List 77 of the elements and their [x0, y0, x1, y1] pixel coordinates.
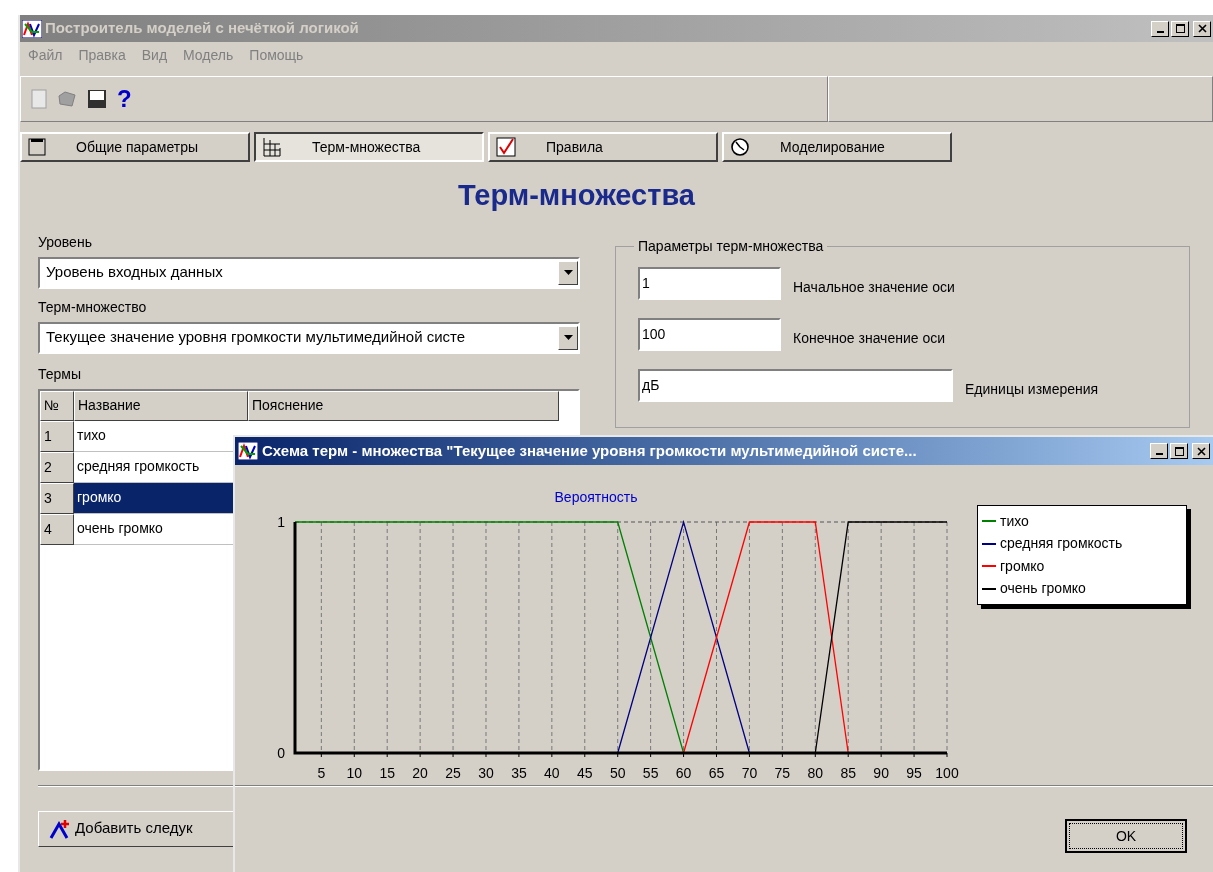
- x-tick-label: 85: [840, 765, 856, 781]
- x-tick-label: 65: [708, 765, 725, 781]
- column-header: Пояснение: [248, 390, 559, 421]
- field-label: Уровень: [38, 232, 93, 252]
- x-tick-label: 20: [412, 765, 428, 781]
- x-tick-label: 80: [807, 765, 824, 781]
- close-icon: [1197, 24, 1207, 33]
- page-heading: Терм-множества: [458, 178, 695, 213]
- x-tick-label: 10: [346, 765, 363, 781]
- dialog-title: Схема терм - множества "Текущее значение уровня громкости мультимедийной систе...: [262, 440, 918, 461]
- close-button[interactable]: [1192, 443, 1210, 459]
- clock-icon: [730, 137, 750, 157]
- tab[interactable]: Правила: [488, 132, 718, 162]
- text-field[interactable]: 1: [638, 266, 781, 300]
- level-dropdown[interactable]: Уровень входных данных: [38, 256, 580, 289]
- y-tick-label: 0: [277, 745, 285, 761]
- row-number: 4: [40, 513, 74, 545]
- table-icon: [262, 136, 282, 158]
- field-label: Конечное значение оси: [793, 328, 946, 348]
- legend-label: очень громко: [1000, 579, 1086, 599]
- x-tick-label: 90: [873, 765, 889, 781]
- chart-title: Вероятность: [554, 489, 638, 505]
- x-tick-label: 75: [774, 765, 791, 781]
- maximize-icon: [1175, 24, 1185, 33]
- term-set-dropdown[interactable]: Текущее значение уровня громкости мультимедийной систе: [38, 321, 580, 354]
- x-tick-label: 30: [478, 765, 494, 781]
- minimize-button[interactable]: [1150, 443, 1168, 459]
- legend-label: громко: [1000, 556, 1045, 576]
- column-header: №: [40, 390, 74, 421]
- x-tick-label: 55: [642, 765, 659, 781]
- x-tick-label: 95: [906, 765, 922, 781]
- group-title: Параметры терм-множества: [637, 236, 825, 256]
- close-button[interactable]: [1193, 20, 1211, 37]
- minimize-icon: [1155, 453, 1163, 455]
- add-icon: [49, 817, 71, 840]
- field-label: Терм-множество: [38, 297, 148, 317]
- window-title: Построитель моделей с нечёткой логикой: [45, 18, 360, 39]
- column-header: Название: [74, 390, 248, 421]
- close-icon: [1196, 446, 1206, 456]
- tab[interactable]: Общие параметры: [20, 132, 250, 162]
- minimize-icon: [1156, 30, 1164, 33]
- window-icon: [28, 138, 46, 156]
- field-label: Начальное значение оси: [793, 277, 955, 297]
- maximize-button[interactable]: [1171, 20, 1189, 37]
- x-tick-label: 25: [445, 765, 461, 781]
- tab[interactable]: Моделирование: [722, 132, 952, 162]
- text-field[interactable]: дБ: [638, 368, 953, 402]
- x-tick-label: 5: [317, 765, 326, 781]
- y-tick-label: 1: [277, 514, 285, 530]
- checkbox-icon: [496, 137, 516, 157]
- x-tick-label: 40: [544, 765, 560, 781]
- ok-button[interactable]: OK: [1065, 819, 1187, 853]
- row-number: 2: [40, 451, 74, 483]
- legend-label: тихо: [1000, 511, 1029, 531]
- help-icon[interactable]: ?: [117, 87, 132, 111]
- row-number: 3: [40, 482, 74, 514]
- save-icon[interactable]: [87, 89, 107, 109]
- x-tick-label: 60: [675, 765, 692, 781]
- x-tick-label: 70: [741, 765, 758, 781]
- dropdown-arrow-icon: [563, 270, 573, 275]
- x-tick-label: 35: [511, 765, 527, 781]
- row-number: 1: [40, 420, 74, 452]
- x-tick-label: 50: [609, 765, 626, 781]
- x-tick-label: 15: [379, 765, 395, 781]
- app-icon: [238, 442, 258, 460]
- minimize-button[interactable]: [1151, 20, 1169, 37]
- field-label: Единицы измерения: [965, 379, 1099, 399]
- dropdown-arrow-icon: [563, 335, 573, 340]
- legend-label: средняя громкость: [1000, 534, 1123, 554]
- tab[interactable]: Терм-множества: [254, 132, 484, 162]
- x-tick-label: 45: [577, 765, 593, 781]
- field-label: Термы: [38, 364, 83, 384]
- maximize-icon: [1174, 446, 1184, 456]
- text-field[interactable]: 100: [638, 317, 781, 351]
- maximize-button[interactable]: [1170, 443, 1188, 459]
- x-tick-label: 100: [935, 765, 959, 781]
- app-icon: [22, 19, 42, 38]
